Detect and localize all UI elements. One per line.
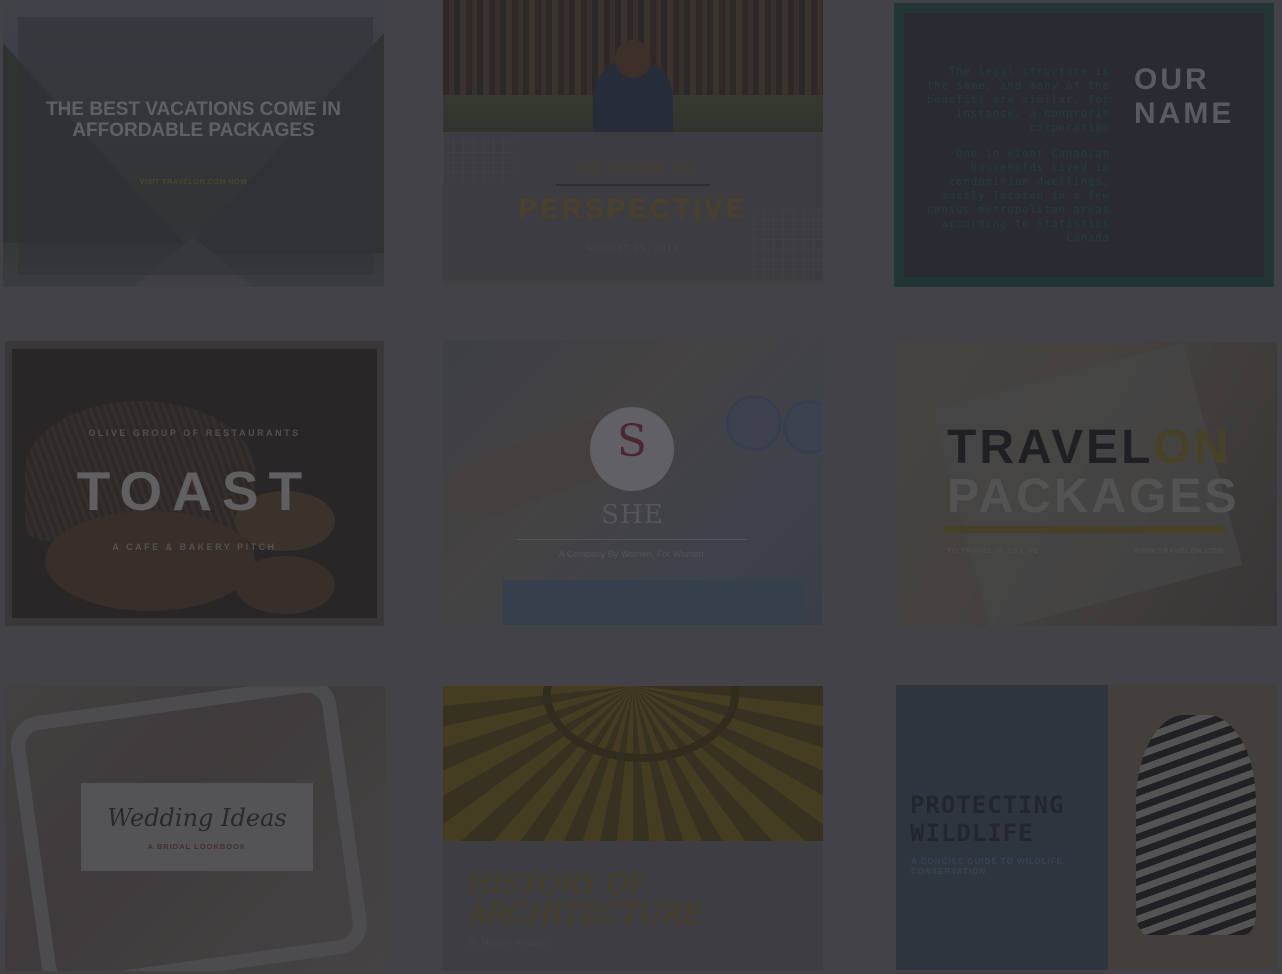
- caption-right: WWW.TRAVELON.COM: [1133, 546, 1225, 555]
- template-card-history-of-architecture[interactable]: HISTORY OF ARCHITECTURE By Maggie Willia…: [443, 686, 823, 971]
- card-title: HISTORY OF ARCHITECTURE: [468, 869, 702, 930]
- card-title: OUR NAME: [1134, 63, 1235, 130]
- sunglasses-lens-left: [726, 395, 782, 451]
- card-subtitle: A CONCISE GUIDE TO WILDLIFE CONSERVATION: [911, 857, 1063, 876]
- template-card-protecting-wildlife[interactable]: PROTECTING WILDLIFE A CONCISE GUIDE TO W…: [896, 685, 1277, 970]
- template-card-toast[interactable]: OLIVE GROUP OF RESTAURANTS TOAST A CAFE …: [5, 341, 384, 626]
- card-date: AUGUST 15, 2016: [586, 243, 680, 253]
- card-title: TOAST: [76, 460, 313, 522]
- sunglasses-lens-right: [783, 400, 822, 454]
- shirt-image: [503, 580, 803, 625]
- card-kicker: THE POWER OF: [572, 162, 694, 176]
- template-card-best-vacations[interactable]: THE BEST VACATIONS COME IN AFFORDABLE PA…: [3, 3, 384, 287]
- accent-bar: [945, 526, 1226, 533]
- caption-left: TO TRAVEL IS TO LIVE: [947, 546, 1039, 555]
- text-panel: [18, 17, 373, 275]
- card-title: PERSPECTIVE: [518, 193, 748, 224]
- card-title: TRAVELON: [947, 421, 1232, 474]
- card-title: SHE: [601, 500, 664, 530]
- divider: [556, 184, 710, 186]
- card-title: THE BEST VACATIONS COME IN AFFORDABLE PA…: [46, 99, 341, 141]
- card-subtitle: A CAFE & BAKERY PITCH: [112, 542, 277, 552]
- body-text-2: One in eight Canadian households lived i…: [926, 148, 1110, 244]
- bottom-bar: [443, 280, 823, 285]
- bread-image: [45, 511, 255, 611]
- card-title-line2: PACKAGES: [947, 470, 1240, 523]
- divider: [517, 539, 747, 540]
- card-title: PROTECTING WILDLIFE: [910, 791, 1065, 847]
- template-card-wedding-ideas[interactable]: Wedding Ideas A BRIDAL LOOKBOOK: [5, 686, 385, 971]
- template-card-our-name[interactable]: The legal structure is the same, and man…: [894, 3, 1274, 287]
- card-cta: VISIT TRAVELON.COM NOW: [139, 177, 248, 186]
- logo-letter: S: [616, 416, 648, 467]
- card-title: Wedding Ideas: [107, 804, 287, 832]
- bread-roll-image: [235, 556, 335, 614]
- person-head: [615, 40, 651, 78]
- template-card-she[interactable]: S SHE A Company By Women, For Women.: [443, 340, 822, 625]
- body-text-1: The legal structure is the same, and man…: [926, 66, 1110, 134]
- card-kicker: OLIVE GROUP OF RESTAURANTS: [88, 428, 301, 438]
- card-byline: By Maggie Williams: [468, 938, 549, 947]
- card-tagline: A Company By Women, For Women.: [558, 549, 707, 559]
- card-subtitle: A BRIDAL LOOKBOOK: [147, 842, 247, 851]
- template-card-travelon[interactable]: TRAVELON PACKAGES TO TRAVEL IS TO LIVE W…: [897, 342, 1277, 626]
- template-card-perspective[interactable]: THE POWER OF PERSPECTIVE AUGUST 15, 2016: [443, 0, 823, 285]
- zebra-image: [1136, 715, 1256, 935]
